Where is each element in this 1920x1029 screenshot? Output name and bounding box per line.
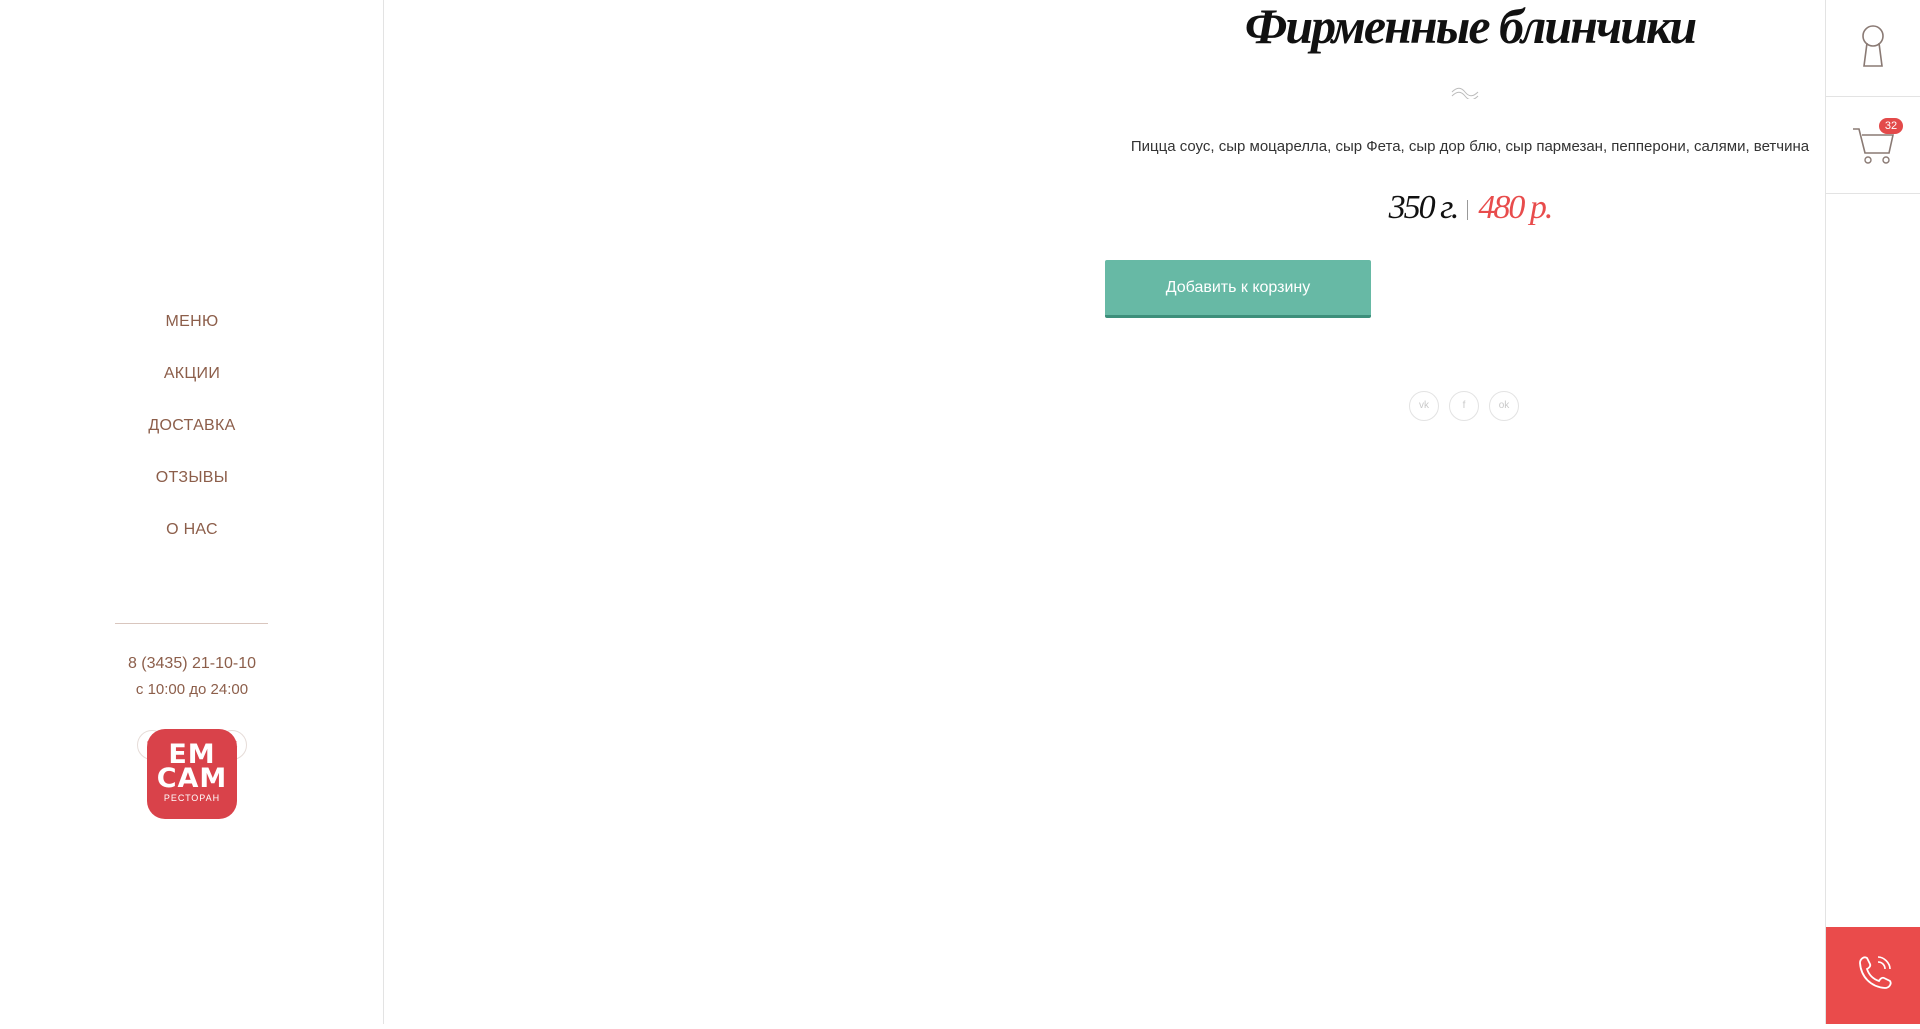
price-separator: [1467, 200, 1469, 221]
nav-item-promotions[interactable]: АКЦИИ: [0, 357, 384, 409]
product-title: Фирменные блинчики: [1244, 0, 1697, 54]
working-hours: с 10:00 до 24:00: [135, 681, 249, 698]
facebook-share-icon[interactable]: f: [1449, 391, 1479, 421]
wave-divider-icon: [1451, 87, 1479, 99]
nav-item-about[interactable]: О НАС: [0, 513, 384, 565]
restaurant-logo[interactable]: ЕМ САМ РЕСТОРАН: [147, 729, 237, 819]
left-sidebar: МЕНЮ АКЦИИ ДОСТАВКА ОТЗЫВЫ О НАС 8 (3435…: [0, 0, 384, 1024]
product-weight: 350 г.: [1388, 189, 1460, 226]
price-row: 350 г. 480 р.: [1100, 186, 1840, 230]
product-price: 480 р.: [1478, 189, 1553, 226]
keyhole-icon: [1862, 25, 1884, 67]
cart-button[interactable]: 32: [1826, 97, 1920, 194]
nav-item-menu[interactable]: МЕНЮ: [0, 305, 384, 357]
login-button[interactable]: [1826, 0, 1920, 97]
contacts: 8 (3435) 21-10-10 с 10:00 до 24:00: [0, 652, 384, 704]
nav-item-reviews[interactable]: ОТЗЫВЫ: [0, 461, 384, 513]
logo-line-2: САМ: [156, 763, 228, 794]
sidebar-divider: [115, 623, 268, 624]
odnoklassniki-share-icon[interactable]: ok: [1489, 391, 1519, 421]
right-rail: 32: [1825, 0, 1920, 1024]
add-to-cart-button[interactable]: Добавить к корзину: [1105, 260, 1371, 318]
cart-count-badge: 32: [1879, 118, 1903, 134]
cart-icon: [1853, 128, 1894, 164]
vk-share-icon[interactable]: vk: [1409, 391, 1439, 421]
product-description: Пицца соус, сыр моцарелла, сыр Фета, сыр…: [1130, 138, 1810, 155]
call-button[interactable]: [1826, 927, 1920, 1024]
nav-item-delivery[interactable]: ДОСТАВКА: [0, 409, 384, 461]
main-nav: МЕНЮ АКЦИИ ДОСТАВКА ОТЗЫВЫ О НАС: [0, 305, 384, 565]
logo-line-1: ЕМ: [168, 739, 216, 770]
phone-icon: [1859, 956, 1892, 989]
phone-number[interactable]: 8 (3435) 21-10-10: [0, 652, 384, 676]
logo-line-3: РЕСТОРАН: [163, 793, 221, 803]
